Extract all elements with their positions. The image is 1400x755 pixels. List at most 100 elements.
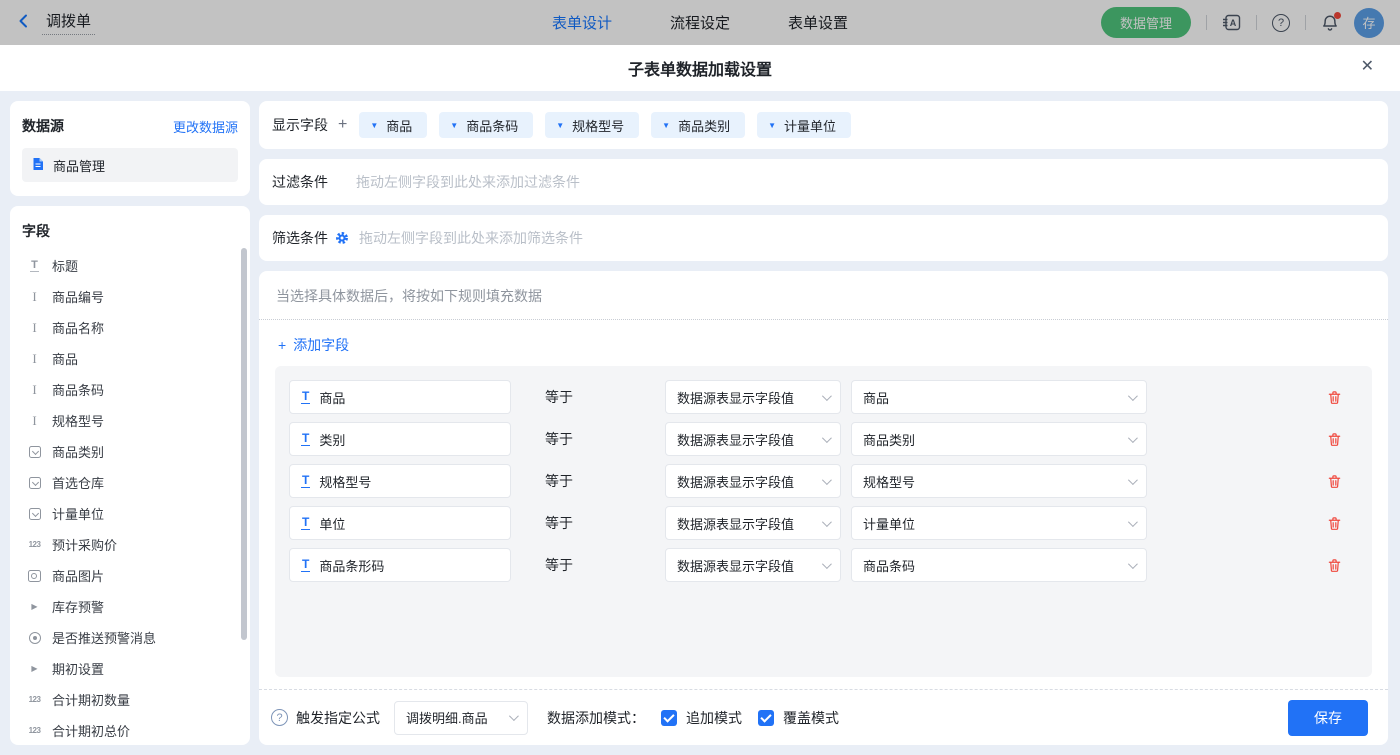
field-chip[interactable]: ▼ 商品条码 (439, 112, 534, 138)
target-field-input[interactable]: T 规格型号 (289, 464, 511, 498)
field-item[interactable]: I 商品名称 (22, 312, 238, 343)
delete-row-icon[interactable] (1327, 516, 1342, 531)
field-label: 合计期初数量 (52, 693, 131, 708)
change-datasource-link[interactable]: 更改数据源 (173, 117, 238, 136)
avatar[interactable]: 存 (1354, 7, 1384, 38)
delete-row-icon[interactable] (1327, 474, 1342, 489)
delete-row-icon[interactable] (1327, 390, 1342, 405)
source-field-value: 计量单位 (863, 516, 916, 532)
target-field-input[interactable]: T 商品条形码 (289, 548, 511, 582)
target-field-input[interactable]: T 类别 (289, 422, 511, 456)
datasource-title: 数据源 (22, 118, 64, 134)
close-icon[interactable]: ✕ (1361, 59, 1374, 75)
field-chip[interactable]: ▼ 规格型号 (545, 112, 640, 138)
filter-condition-label: 过滤条件 (272, 174, 328, 190)
append-mode-checkbox[interactable]: 追加模式 (661, 708, 742, 728)
help-icon[interactable]: ? (1272, 13, 1290, 32)
field-item[interactable]: 商品类别 (22, 436, 238, 467)
field-item[interactable]: 123 合计期初数量 (22, 684, 238, 715)
source-field-select[interactable]: 商品条码 (851, 548, 1147, 582)
field-label: 商品条码 (52, 383, 105, 398)
field-item[interactable]: 首选仓库 (22, 467, 238, 498)
image-icon (26, 569, 43, 582)
field-item[interactable]: I 商品 (22, 343, 238, 374)
field-item[interactable]: I 商品编号 (22, 281, 238, 312)
trigger-formula-label: 触发指定公式 (296, 709, 380, 726)
source-type-select[interactable]: 数据源表显示字段值 (665, 506, 841, 540)
source-type-select[interactable]: 数据源表显示字段值 (665, 422, 841, 456)
field-item[interactable]: I 商品条码 (22, 374, 238, 405)
chevron-down-icon (508, 711, 519, 722)
field-label: 商品编号 (52, 290, 105, 305)
datasource-item[interactable]: 商品管理 (22, 148, 238, 182)
rules-hint: 当选择具体数据后，将按如下规则填充数据 (276, 288, 542, 304)
field-chip[interactable]: ▼ 计量单位 (757, 112, 852, 138)
delete-row-icon[interactable] (1327, 432, 1342, 447)
topbar: 调拨单 表单设计 流程设定 表单设置 数据管理 A ? 存 (0, 0, 1400, 45)
field-item[interactable]: 商品图片 (22, 560, 238, 591)
topbar-tabs: 表单设计 流程设定 表单设置 (552, 12, 848, 33)
source-type-select[interactable]: 数据源表显示字段值 (665, 380, 841, 414)
field-item-title[interactable]: T 标题 (22, 250, 238, 281)
filter-drop-zone[interactable]: 拖动左侧字段到此处来添加过滤条件 (356, 172, 580, 192)
field-item[interactable]: ▶ 库存预警 (22, 591, 238, 622)
tab-form-setting[interactable]: 表单设置 (788, 12, 848, 33)
source-type-value: 数据源表显示字段值 (677, 474, 795, 490)
field-item[interactable]: I 规格型号 (22, 405, 238, 436)
delete-row-icon[interactable] (1327, 558, 1342, 573)
svg-text:A: A (1230, 18, 1237, 28)
title-icon: T (30, 258, 39, 273)
override-mode-checkbox[interactable]: 覆盖模式 (758, 708, 839, 728)
data-manage-button[interactable]: 数据管理 (1100, 7, 1191, 38)
question-mark-glyph: ? (1272, 13, 1290, 32)
trigger-field-select[interactable]: 调拨明细.商品 (394, 700, 528, 735)
source-type-value: 数据源表显示字段值 (677, 516, 795, 532)
document-icon (31, 157, 45, 174)
field-chip[interactable]: ▼ 商品 (359, 112, 428, 138)
source-field-select[interactable]: 商品 (851, 380, 1147, 414)
source-field-select[interactable]: 计量单位 (851, 506, 1147, 540)
source-field-select[interactable]: 规格型号 (851, 464, 1147, 498)
filter-condition-bar: 过滤条件 拖动左侧字段到此处来添加过滤条件 (259, 159, 1388, 205)
field-label: 预计采购价 (52, 538, 118, 553)
chevron-down-icon (821, 474, 832, 485)
help-icon[interactable]: ? (271, 709, 288, 726)
notification-bell-icon[interactable] (1321, 11, 1341, 32)
field-item[interactable]: 是否推送预警消息 (22, 622, 238, 653)
add-display-field-button[interactable]: + (338, 116, 347, 134)
contacts-book-icon[interactable]: A (1222, 14, 1241, 31)
field-item[interactable]: ▶ 期初设置 (22, 653, 238, 684)
screen-drop-zone[interactable]: 拖动左侧字段到此处来添加筛选条件 (359, 228, 583, 248)
fields-scrollbar[interactable] (241, 248, 247, 640)
select-icon (26, 445, 43, 458)
source-type-select[interactable]: 数据源表显示字段值 (665, 464, 841, 498)
back-button[interactable] (16, 13, 32, 32)
add-field-button[interactable]: + 添加字段 (259, 335, 368, 355)
source-type-value: 数据源表显示字段值 (677, 390, 795, 406)
rule-row: T 单位 等于 数据源表显示字段值 计量单位 (289, 506, 1358, 540)
display-fields-bar: 显示字段 + ▼ 商品 ▼ 商品条码 ▼ 规格型号 ▼ 商品类别 ▼ 计量单位 (259, 101, 1388, 149)
field-item[interactable]: 计量单位 (22, 498, 238, 529)
target-field-input[interactable]: T 商品 (289, 380, 511, 414)
gear-icon[interactable] (335, 231, 349, 245)
app-window: 调拨单 表单设计 流程设定 表单设置 数据管理 A ? 存 子表单数据加载设置 … (0, 0, 1400, 755)
source-field-value: 商品 (863, 390, 890, 406)
source-field-select[interactable]: 商品类别 (851, 422, 1147, 456)
tab-form-design[interactable]: 表单设计 (552, 12, 612, 33)
checkbox-label: 追加模式 (686, 709, 742, 726)
field-chip[interactable]: ▼ 商品类别 (651, 112, 746, 138)
field-item[interactable]: 123 预计采购价 (22, 529, 238, 560)
field-label: 商品 (52, 352, 79, 367)
tab-flow-setting[interactable]: 流程设定 (670, 12, 730, 33)
text-field-icon: T (301, 514, 311, 531)
rules-footer: ? 触发指定公式 调拨明细.商品 数据添加模式： 追加模式 覆盖模式 保存 (259, 690, 1388, 745)
source-field-value: 规格型号 (863, 474, 916, 490)
field-label: 规格型号 (52, 414, 105, 429)
source-type-select[interactable]: 数据源表显示字段值 (665, 548, 841, 582)
save-button[interactable]: 保存 (1288, 699, 1368, 736)
form-name[interactable]: 调拨单 (42, 10, 96, 35)
rule-row: T 类别 等于 数据源表显示字段值 商品类别 (289, 422, 1358, 456)
target-field-input[interactable]: T 单位 (289, 506, 511, 540)
source-field-value: 商品条码 (863, 558, 916, 574)
field-item[interactable]: 123 合计期初总价 (22, 715, 238, 745)
